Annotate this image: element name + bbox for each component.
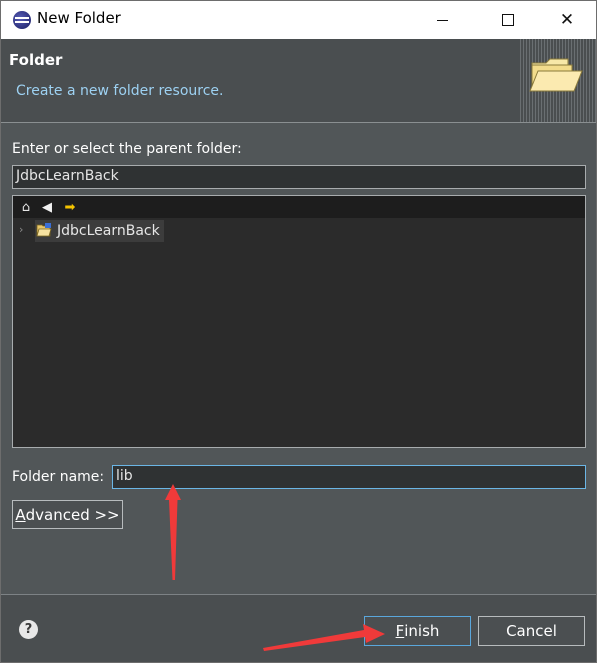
tree-item[interactable]: › JdbcLearnBack	[13, 220, 173, 242]
tree-toolbar: ⌂ ◀ ➡	[13, 196, 585, 218]
finish-button[interactable]: Finish	[364, 616, 471, 646]
folder-tree[interactable]: ⌂ ◀ ➡ › JdbcLearnBack	[12, 195, 586, 448]
new-folder-dialog: New Folder ✕ Folder Create a new folder …	[0, 0, 597, 663]
forward-arrow-icon[interactable]: ➡	[62, 199, 78, 215]
window-title: New Folder	[37, 9, 121, 27]
folder-name-label: Folder name:	[12, 469, 105, 485]
advanced-label: dvanced >>	[25, 505, 120, 524]
close-icon: ✕	[559, 9, 575, 30]
banner-description: Create a new folder resource.	[16, 83, 224, 99]
maximize-icon	[502, 14, 514, 26]
expand-chevron-icon[interactable]: ›	[19, 223, 23, 236]
minimize-button[interactable]	[419, 1, 465, 39]
parent-folder-input[interactable]: JdbcLearnBack	[12, 165, 586, 189]
folder-name-input[interactable]: lib	[112, 465, 586, 489]
finish-label: inish	[404, 622, 440, 640]
maximize-button[interactable]	[485, 1, 531, 39]
eclipse-icon	[13, 11, 33, 29]
dialog-footer: ? Finish Cancel	[1, 594, 596, 662]
home-icon[interactable]: ⌂	[18, 199, 34, 215]
title-bar: New Folder ✕	[1, 1, 596, 39]
dialog-body: Enter or select the parent folder: JdbcL…	[1, 124, 596, 594]
cancel-button[interactable]: Cancel	[478, 616, 585, 646]
tree-item-label: JdbcLearnBack	[35, 220, 164, 242]
help-icon[interactable]: ?	[19, 620, 38, 639]
folder-icon	[529, 58, 583, 92]
close-button[interactable]: ✕	[544, 1, 590, 39]
back-arrow-icon[interactable]: ◀	[39, 199, 55, 215]
advanced-mnemonic: A	[15, 505, 26, 524]
banner-title: Folder	[9, 51, 63, 69]
finish-mnemonic: F	[395, 622, 405, 640]
advanced-button[interactable]: Advanced >>	[12, 500, 123, 529]
wizard-banner: Folder Create a new folder resource.	[1, 39, 596, 123]
project-folder-icon	[36, 223, 52, 237]
minimize-icon	[436, 19, 448, 21]
parent-folder-label: Enter or select the parent folder:	[12, 141, 242, 157]
